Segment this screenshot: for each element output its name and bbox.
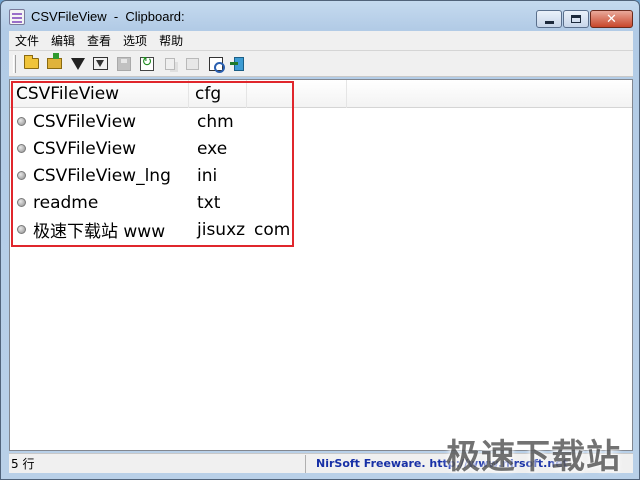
toolbar-grip[interactable] (13, 54, 16, 73)
close-icon: ✕ (606, 11, 617, 27)
find-button[interactable] (204, 53, 227, 75)
app-icon[interactable] (9, 9, 25, 25)
column-header-3[interactable] (247, 80, 347, 108)
properties-button[interactable] (181, 53, 204, 75)
cell-col2: exe (197, 138, 228, 159)
table-row[interactable]: CSVFileView chm (10, 108, 632, 135)
row-item-icon (17, 117, 26, 126)
menu-edit[interactable]: 编辑 (45, 31, 81, 51)
column-header-4[interactable] (347, 80, 632, 108)
refresh-button[interactable] (135, 53, 158, 75)
window-title: CSVFileView - Clipboard: (31, 9, 185, 24)
cell-col2: jisuxz (197, 219, 246, 240)
table-row[interactable]: CSVFileView_lng ini (10, 162, 632, 189)
row-count: 5 行 (9, 454, 306, 473)
open-file-button[interactable] (20, 53, 43, 75)
open-arrow-icon (47, 53, 62, 69)
table-row[interactable]: readme txt (10, 189, 632, 216)
cell-col1: CSVFileView_lng (33, 165, 171, 186)
row-item-icon (17, 198, 26, 207)
open-options-button[interactable] (43, 53, 66, 75)
table-row[interactable]: 极速下载站 www jisuxz com (10, 216, 632, 243)
filter-box-icon (93, 57, 108, 70)
column-header-row: CSVFileView cfg (10, 80, 632, 108)
minimize-button[interactable] (536, 10, 562, 28)
save-button[interactable] (112, 53, 135, 75)
cell-col2: chm (197, 111, 234, 132)
caption-buttons: ✕ (535, 10, 633, 28)
cell-col2: txt (197, 192, 221, 213)
save-icon (116, 56, 131, 71)
menu-file[interactable]: 文件 (9, 31, 45, 51)
watermark-logo: 极速下载站 (446, 437, 621, 477)
cell-col1: readme (33, 192, 99, 213)
cell-col1: CSVFileView (33, 111, 137, 132)
refresh-icon (139, 55, 154, 71)
toolbar (9, 51, 633, 77)
cell-col1: 极速下载站 www (33, 222, 166, 242)
copy-button[interactable] (158, 53, 181, 75)
main-window: CSVFileView - Clipboard: ✕ 文件 编辑 查看 选项 帮… (0, 0, 640, 480)
exit-button[interactable] (227, 53, 250, 75)
cell-col2: ini (197, 165, 218, 186)
advanced-filter-button[interactable] (89, 53, 112, 75)
row-item-icon (17, 144, 26, 153)
menu-view[interactable]: 查看 (81, 31, 117, 51)
cell-col1: CSVFileView (33, 138, 137, 159)
filter-icon (70, 57, 85, 70)
properties-icon (186, 57, 199, 70)
title-bar[interactable]: CSVFileView - Clipboard: ✕ (1, 1, 639, 31)
csv-list-view[interactable]: CSVFileView cfg CSVFileView chm CSVFileV… (9, 79, 633, 451)
table-row[interactable]: CSVFileView exe (10, 135, 632, 162)
menu-options[interactable]: 选项 (117, 31, 153, 51)
row-item-icon (17, 171, 26, 180)
menu-help[interactable]: 帮助 (153, 31, 189, 51)
maximize-icon (571, 15, 581, 23)
open-folder-icon (24, 55, 39, 69)
table-body: CSVFileView chm CSVFileView exe CSVFileV… (10, 108, 632, 243)
copy-icon (164, 57, 175, 70)
column-header-1[interactable]: CSVFileView (10, 80, 189, 108)
filter-button[interactable] (66, 53, 89, 75)
cell-col3: com (254, 219, 291, 240)
minimize-icon (544, 20, 554, 24)
column-header-2[interactable]: cfg (189, 80, 247, 108)
find-icon (208, 56, 225, 73)
menu-bar: 文件 编辑 查看 选项 帮助 (9, 31, 633, 51)
maximize-button[interactable] (563, 10, 589, 28)
row-item-icon (17, 225, 26, 234)
close-button[interactable]: ✕ (590, 10, 633, 28)
exit-icon (229, 56, 244, 71)
